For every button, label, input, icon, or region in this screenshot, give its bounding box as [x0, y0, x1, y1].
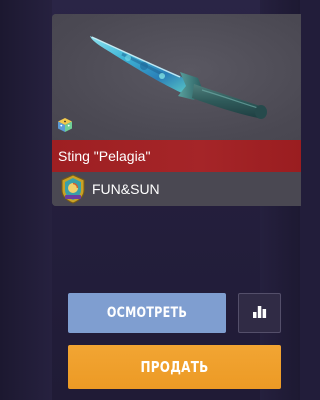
sell-button[interactable]: ПРОДАТЬ [68, 345, 281, 389]
item-card[interactable]: Sting "Pelagia" FUN&SUN [52, 14, 301, 206]
sell-button-label: ПРОДАТЬ [140, 358, 209, 376]
inspect-button-label: ОСМОТРЕТЬ [106, 305, 188, 321]
bar-chart-icon [253, 306, 267, 318]
background-shade-left [0, 0, 52, 400]
inspect-button[interactable]: ОСМОТРЕТЬ [68, 293, 226, 333]
dice-icon [57, 117, 73, 133]
fun-and-sun-logo-icon [60, 174, 86, 204]
item-artwork [52, 14, 301, 140]
collection-row: FUN&SUN [52, 172, 301, 206]
stats-button[interactable] [238, 293, 281, 333]
item-name: Sting "Pelagia" [58, 148, 151, 164]
item-name-bar: Sting "Pelagia" [52, 140, 301, 172]
knife-image [90, 36, 267, 119]
collection-name: FUN&SUN [92, 181, 160, 197]
